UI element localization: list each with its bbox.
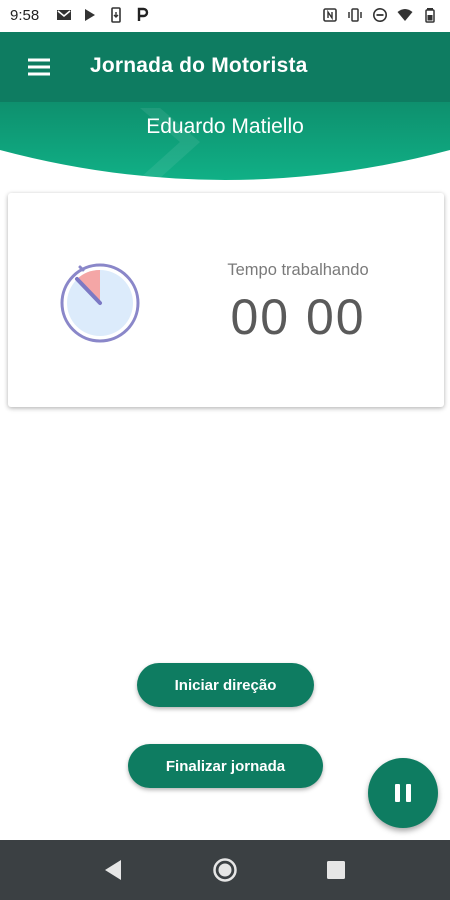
back-icon[interactable]: [101, 857, 127, 883]
system-nav-bar: [0, 840, 450, 900]
pause-icon: [395, 784, 411, 802]
work-time-label: Tempo trabalhando: [227, 261, 369, 279]
app-bar: Jornada do Motorista: [0, 32, 450, 102]
work-time-value: 00 00: [230, 289, 366, 345]
work-time-card: Tempo trabalhando 00 00: [8, 193, 444, 407]
battery-icon: [422, 7, 438, 23]
play-store-icon: [82, 7, 98, 23]
timer-icon: [55, 258, 145, 348]
status-bar: 9:58: [0, 0, 450, 32]
do-not-disturb-icon: [372, 7, 388, 23]
status-time: 9:58: [10, 7, 40, 24]
start-driving-button[interactable]: Iniciar direção: [137, 663, 314, 707]
app-title: Jornada do Motorista: [90, 54, 308, 77]
end-shift-button[interactable]: Finalizar jornada: [128, 744, 323, 788]
phone-update-icon: [108, 7, 124, 23]
nfc-icon: [322, 7, 338, 23]
status-left-icons: [56, 7, 150, 23]
parking-icon: [134, 7, 150, 23]
pause-button[interactable]: [368, 758, 438, 828]
gmail-icon: [56, 7, 72, 23]
home-icon[interactable]: [212, 857, 238, 883]
user-name: Eduardo Matiello: [146, 115, 304, 138]
hamburger-menu-icon[interactable]: [26, 54, 52, 80]
status-right-icons: [322, 7, 438, 23]
wifi-icon: [397, 7, 413, 23]
header-wave: [0, 100, 450, 190]
vibrate-icon: [347, 7, 363, 23]
recents-icon[interactable]: [323, 857, 349, 883]
